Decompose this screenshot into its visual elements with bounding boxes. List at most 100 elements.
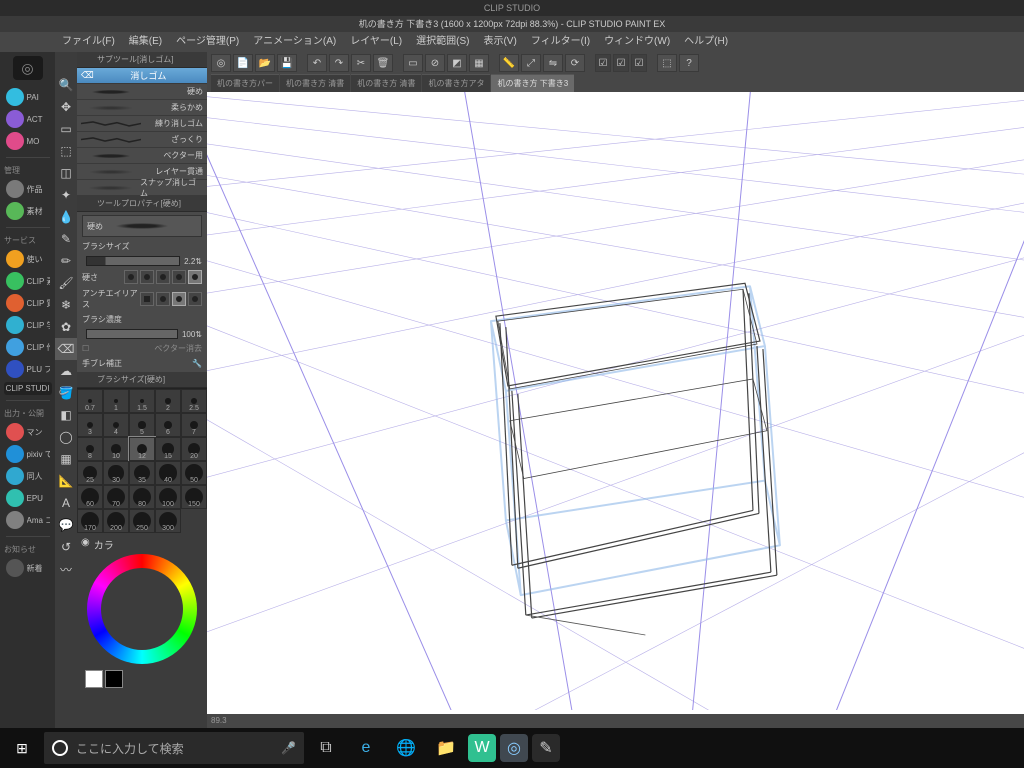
cmd-border-icon[interactable]: ▦: [469, 54, 489, 72]
cmd-snap3-icon[interactable]: ☑: [631, 54, 647, 72]
rail-item[interactable]: 作品: [4, 178, 52, 200]
brush-size-cell[interactable]: 300: [155, 509, 181, 533]
tool-correct-icon[interactable]: ↺: [55, 536, 77, 558]
tool-zoom-icon[interactable]: 🔍: [55, 74, 77, 96]
cmd-cut-icon[interactable]: ✂: [351, 54, 371, 72]
menu-item[interactable]: 編集(E): [122, 32, 169, 52]
tool-blend-icon[interactable]: ☁: [55, 360, 77, 382]
brush-size-cell[interactable]: 170: [77, 509, 103, 533]
chrome-icon[interactable]: 🌐: [388, 732, 424, 764]
wrench-icon[interactable]: 🔧: [192, 359, 202, 368]
menu-item[interactable]: 表示(V): [476, 32, 523, 52]
tool-fill-icon[interactable]: 🪣: [55, 382, 77, 404]
taskbar-search[interactable]: ここに入力して検索 🎤: [44, 732, 304, 764]
tool-marquee-icon[interactable]: ◫: [55, 162, 77, 184]
taskview-icon[interactable]: ⧉: [308, 732, 344, 764]
rail-item[interactable]: 同人: [4, 465, 52, 487]
tool-figure-icon[interactable]: ◯: [55, 426, 77, 448]
color-cursor[interactable]: [116, 583, 124, 591]
brush-size-cell[interactable]: 12: [129, 437, 155, 461]
tool-brush-icon[interactable]: 🖌: [55, 272, 77, 294]
brush-size-cell[interactable]: 0.7: [77, 389, 103, 413]
tool-wand-icon[interactable]: ✦: [55, 184, 77, 206]
explorer-icon[interactable]: 📁: [428, 732, 464, 764]
app-hub-icon[interactable]: ◎: [500, 734, 528, 762]
tool-line-icon[interactable]: 〰: [55, 558, 77, 580]
menu-item[interactable]: フィルター(I): [524, 32, 597, 52]
start-button[interactable]: ⊞: [4, 732, 40, 764]
tool-ruler-icon[interactable]: 📐: [55, 470, 77, 492]
brush-size-cell[interactable]: 70: [103, 485, 129, 509]
cmd-snap1-icon[interactable]: ☑: [595, 54, 611, 72]
subtool-item[interactable]: ざっくり: [77, 132, 207, 148]
main-color-swatch[interactable]: [85, 670, 103, 688]
density-slider[interactable]: [86, 329, 178, 339]
tool-move-icon[interactable]: ✥: [55, 96, 77, 118]
rail-item[interactable]: CLIP 素材: [4, 270, 52, 292]
hub-logo-icon[interactable]: ◎: [13, 56, 43, 80]
stepper-icon[interactable]: ⇅: [195, 330, 202, 339]
color-wheel[interactable]: [87, 554, 197, 664]
rail-item[interactable]: CLIP 作品: [4, 336, 52, 358]
tool-text-icon[interactable]: A: [55, 492, 77, 514]
brush-size-slider[interactable]: [86, 256, 180, 266]
brush-size-cell[interactable]: 35: [129, 461, 155, 485]
rail-clip-studio[interactable]: CLIP STUDI: [4, 382, 52, 395]
cmd-redo-icon[interactable]: ↷: [329, 54, 349, 72]
brush-size-cell[interactable]: 1.5: [129, 389, 155, 413]
brush-size-cell[interactable]: 1: [103, 389, 129, 413]
rail-item[interactable]: マン: [4, 421, 52, 443]
brush-size-cell[interactable]: 100: [155, 485, 181, 509]
color-wheel-icon[interactable]: ◉: [81, 537, 90, 552]
brush-size-cell[interactable]: 2: [155, 389, 181, 413]
cmd-undo-icon[interactable]: ↶: [307, 54, 327, 72]
cmd-deselect-icon[interactable]: ⊘: [425, 54, 445, 72]
cmd-save-icon[interactable]: 💾: [277, 54, 297, 72]
cmd-assets-icon[interactable]: ⬚: [657, 54, 677, 72]
brush-size-cell[interactable]: 40: [155, 461, 181, 485]
cmd-select-icon[interactable]: ▭: [403, 54, 423, 72]
rail-item[interactable]: CLIP 学ぶ: [4, 314, 52, 336]
sub-color-swatch[interactable]: [105, 670, 123, 688]
brush-size-cell[interactable]: 60: [77, 485, 103, 509]
cmd-delete-icon[interactable]: 🗑: [373, 54, 393, 72]
brush-size-cell[interactable]: 150: [181, 485, 207, 509]
brush-size-cell[interactable]: 4: [103, 413, 129, 437]
subtool-item[interactable]: 練り消しゴム: [77, 116, 207, 132]
brush-size-cell[interactable]: 200: [103, 509, 129, 533]
brush-size-cell[interactable]: 8: [77, 437, 103, 461]
rail-item[interactable]: EPU: [4, 487, 52, 509]
menu-item[interactable]: ページ管理(P): [169, 32, 246, 52]
brush-size-cell[interactable]: 25: [77, 461, 103, 485]
cmd-rot-icon[interactable]: ⟳: [565, 54, 585, 72]
cmd-scale-icon[interactable]: ⤢: [521, 54, 541, 72]
document-tab[interactable]: 机の書き方アタ: [422, 74, 490, 92]
brush-size-cell[interactable]: 2.5: [181, 389, 207, 413]
antialias-options[interactable]: [140, 292, 202, 306]
brush-size-cell[interactable]: 30: [103, 461, 129, 485]
rail-item[interactable]: 新着: [4, 557, 52, 579]
app-w-icon[interactable]: W: [468, 734, 496, 762]
menu-item[interactable]: 選択範囲(S): [409, 32, 476, 52]
tool-eyedropper-icon[interactable]: 💧: [55, 206, 77, 228]
rail-item[interactable]: Ama コミ: [4, 509, 52, 531]
brush-size-cell[interactable]: 10: [103, 437, 129, 461]
document-tab[interactable]: 机の書き方 下書き3: [491, 74, 574, 92]
stepper-icon[interactable]: ⇅: [195, 257, 202, 266]
brush-size-cell[interactable]: 50: [181, 461, 207, 485]
color-square[interactable]: [114, 581, 170, 637]
document-tab[interactable]: 机の書き方パー: [211, 74, 279, 92]
rail-item[interactable]: pixiv で見: [4, 443, 52, 465]
subtool-item[interactable]: ベクター用: [77, 148, 207, 164]
menu-item[interactable]: ファイル(F): [55, 32, 122, 52]
brush-size-cell[interactable]: 7: [181, 413, 207, 437]
rail-item[interactable]: 素材: [4, 200, 52, 222]
brush-size-cell[interactable]: 20: [181, 437, 207, 461]
cmd-flip-icon[interactable]: ⇋: [543, 54, 563, 72]
rail-item[interactable]: MO: [4, 130, 52, 152]
brush-size-cell[interactable]: 6: [155, 413, 181, 437]
subtool-item[interactable]: 硬め: [77, 84, 207, 100]
tool-gradient-icon[interactable]: ◧: [55, 404, 77, 426]
tool-airbrush-icon[interactable]: ❄: [55, 294, 77, 316]
hardness-options[interactable]: [124, 270, 202, 284]
